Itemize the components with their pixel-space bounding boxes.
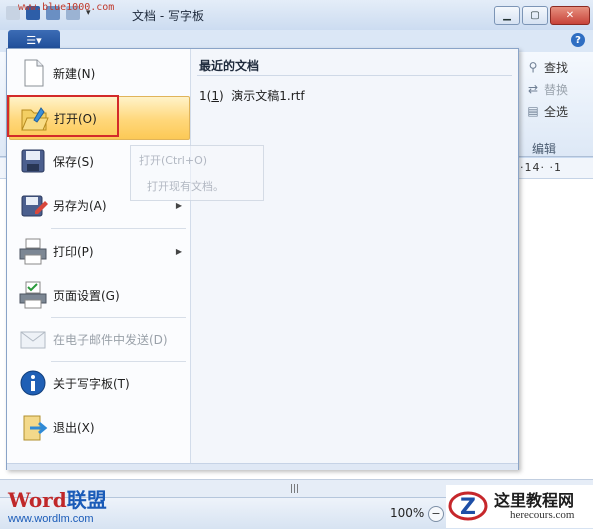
find-button[interactable]: ⚲ 查找 bbox=[518, 56, 582, 78]
highlight-annotation-box bbox=[7, 95, 119, 137]
replace-icon: ⇄ bbox=[527, 82, 539, 96]
herecours-watermark: Z 这里教程网 herecours.com bbox=[446, 485, 593, 528]
recent-documents-panel: 最近的文档 1(1) 演示文稿1.rtf bbox=[191, 49, 518, 463]
page-setup-icon bbox=[19, 281, 47, 309]
menu-item-label: 打印(P) bbox=[53, 244, 94, 259]
site-logo-icon: Z bbox=[448, 491, 488, 521]
recent-access-key: 1 bbox=[211, 89, 219, 103]
new-document-icon bbox=[24, 59, 44, 87]
menu-item-page-setup[interactable]: 页面设置(G) bbox=[9, 274, 188, 316]
svg-text:Z: Z bbox=[460, 495, 476, 520]
replace-button[interactable]: ⇄ 替换 bbox=[518, 78, 582, 100]
recent-documents-title: 最近的文档 bbox=[199, 59, 260, 73]
watermark-site-en: herecours.com bbox=[510, 509, 575, 521]
recent-separator bbox=[197, 75, 512, 76]
menu-item-exit[interactable]: 退出(X) bbox=[9, 406, 188, 448]
select-all-label: 全选 bbox=[544, 104, 569, 119]
menu-item-new[interactable]: 新建(N) bbox=[9, 52, 188, 94]
select-all-icon: ▤ bbox=[527, 104, 539, 118]
zoom-out-button[interactable]: − bbox=[428, 506, 444, 522]
save-as-icon bbox=[21, 195, 48, 217]
menu-item-label: 退出(X) bbox=[53, 420, 95, 435]
menu-item-label: 页面设置(G) bbox=[53, 288, 120, 303]
exit-icon bbox=[23, 415, 48, 441]
minimize-button[interactable]: ▁ bbox=[494, 6, 520, 25]
zoom-level: 100% bbox=[390, 506, 425, 520]
application-menu-button[interactable]: ☰▾ bbox=[8, 30, 60, 50]
watermark-lianmeng: 联盟 bbox=[66, 488, 107, 512]
watermark-word: Word bbox=[8, 488, 67, 512]
save-icon bbox=[21, 149, 45, 173]
edit-group: ⚲ 查找 ⇄ 替换 ▤ 全选 编辑 bbox=[518, 56, 582, 156]
email-icon bbox=[20, 331, 46, 349]
ruler-marks: ·14· ·1 bbox=[520, 161, 562, 174]
menu-item-about[interactable]: 关于写字板(T) bbox=[9, 362, 188, 404]
submenu-arrow-icon: ▶ bbox=[175, 246, 182, 256]
window-title: 文档 - 写字板 bbox=[132, 9, 204, 23]
info-icon bbox=[20, 370, 46, 396]
menu-item-label: 新建(N) bbox=[53, 66, 96, 81]
binoculars-icon: ⚲ bbox=[528, 60, 538, 74]
select-all-button[interactable]: ▤ 全选 bbox=[518, 100, 582, 122]
submenu-arrow-icon: ▶ bbox=[175, 200, 182, 210]
menu-item-send-email[interactable]: 在电子邮件中发送(D) bbox=[9, 318, 188, 360]
scroll-grip[interactable]: ||| bbox=[290, 484, 299, 494]
wordlm-watermark: Word联盟 www.wordlm.com bbox=[8, 484, 118, 528]
recent-file-name: 演示文稿1.rtf bbox=[231, 89, 305, 103]
recent-document-item[interactable]: 1(1) 演示文稿1.rtf bbox=[199, 87, 305, 104]
maximize-button[interactable]: ▢ bbox=[522, 6, 548, 25]
menu-commands: 新建(N) 打开(O) 保存(S) 另存为(A) ▶ 打印(P) ▶ 页面设置(… bbox=[7, 49, 191, 463]
menu-item-print[interactable]: 打印(P) ▶ bbox=[9, 230, 188, 272]
menu-footer bbox=[7, 463, 518, 470]
help-icon[interactable]: ? bbox=[571, 33, 585, 47]
edit-group-label: 编辑 bbox=[532, 142, 557, 156]
menu-separator bbox=[51, 228, 186, 229]
tooltip-title: 打开(Ctrl+O) bbox=[139, 154, 208, 167]
application-menu: 新建(N) 打开(O) 保存(S) 另存为(A) ▶ 打印(P) ▶ 页面设置(… bbox=[6, 48, 519, 470]
close-button[interactable]: ✕ bbox=[550, 6, 590, 25]
watermark-top: www.blue1000.com bbox=[18, 2, 115, 13]
open-tooltip: 打开(Ctrl+O) 打开现有文档。 bbox=[130, 145, 264, 201]
recent-index: 1 bbox=[199, 89, 207, 103]
replace-label: 替换 bbox=[544, 82, 569, 97]
title-bar: ▾ www.blue1000.com 文档 - 写字板 ▁ ▢ ✕ bbox=[0, 0, 593, 31]
menu-item-label: 保存(S) bbox=[53, 154, 94, 169]
menu-item-label: 在电子邮件中发送(D) bbox=[53, 332, 168, 347]
printer-icon bbox=[19, 238, 47, 265]
find-label: 查找 bbox=[544, 60, 569, 75]
menu-item-label: 另存为(A) bbox=[53, 198, 107, 213]
menu-item-label: 关于写字板(T) bbox=[53, 376, 130, 391]
watermark-url: www.wordlm.com bbox=[8, 513, 94, 525]
watermark-site-cn: 这里教程网 bbox=[494, 491, 575, 510]
tooltip-description: 打开现有文档。 bbox=[147, 180, 224, 193]
